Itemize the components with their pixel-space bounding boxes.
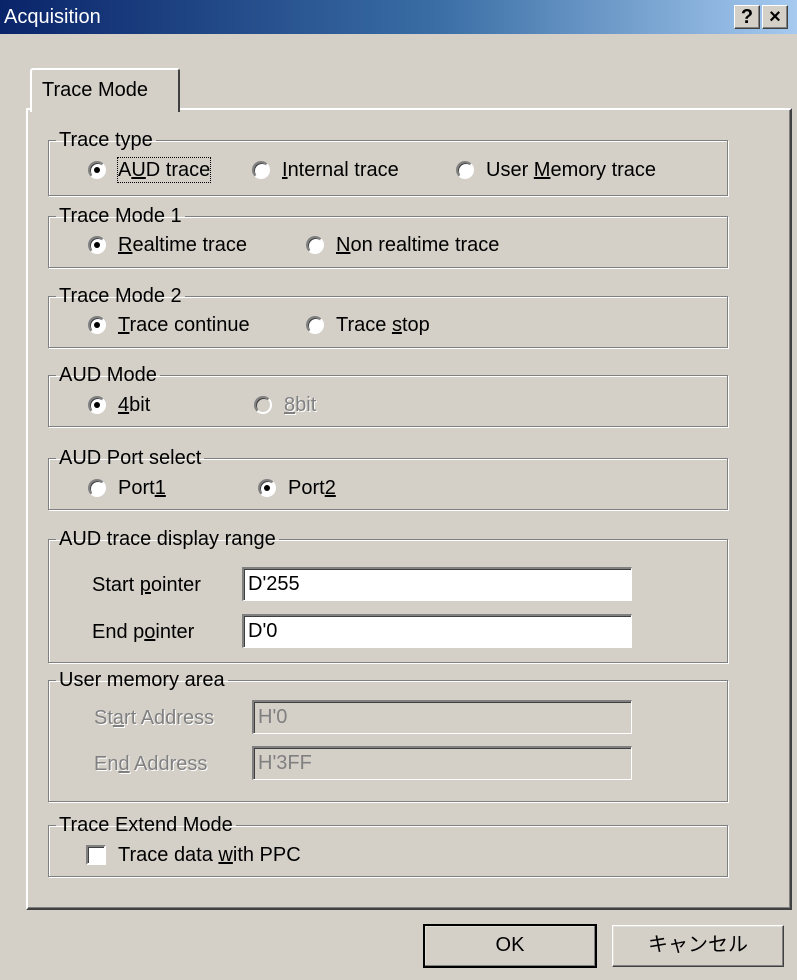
end-pointer-input[interactable]: D'0 (242, 614, 632, 648)
aud-mode-legend: AUD Mode (59, 364, 157, 386)
start-pointer-input[interactable]: D'255 (242, 567, 632, 601)
8bit-label: 8bit (284, 394, 317, 416)
internal-trace-radio-dot (252, 161, 270, 179)
non-realtime-trace-label: Non realtime trace (336, 234, 500, 256)
window-title: Acquisition (4, 6, 101, 28)
trace-data-with-ppc-label: Trace data with PPC (118, 844, 301, 866)
user-memory-trace-label: User Memory trace (486, 159, 657, 181)
end-address-input: H'3FF (252, 746, 632, 780)
trace-type-legend: Trace type (59, 129, 153, 151)
end-address-label: End Address (94, 753, 208, 775)
aud-port-legend: AUD Port select (59, 447, 202, 469)
trace-mode-2-legend: Trace Mode 2 (59, 285, 182, 307)
realtime-trace-radio-dot (88, 236, 106, 254)
aud-trace-radio-dot (88, 161, 106, 179)
close-button[interactable]: × (762, 5, 788, 29)
user-memory-trace-radio-dot (456, 161, 474, 179)
title-bar: Acquisition ? × (0, 0, 797, 34)
help-button[interactable]: ? (734, 5, 760, 29)
user-memory-legend: User memory area (59, 669, 225, 691)
aud-trace-label: AUD trace (116, 157, 212, 183)
cancel-button[interactable]: キャンセル (612, 925, 784, 967)
trace-mode-1-legend: Trace Mode 1 (59, 205, 182, 227)
user-memory-group: User memory area (48, 668, 728, 802)
internal-trace-label: Internal trace (282, 159, 399, 181)
trace-stop-radio-dot (306, 316, 324, 334)
trace-continue-radio-dot (88, 316, 106, 334)
start-address-label: Start Address (94, 707, 215, 729)
trace-stop-label: Trace stop (336, 314, 430, 336)
port2-radio-dot (258, 479, 276, 497)
display-range-legend: AUD trace display range (59, 528, 276, 550)
start-address-input: H'0 (252, 700, 632, 734)
4bit-label: 4bit (118, 394, 151, 416)
end-pointer-label: End pointer (92, 621, 195, 643)
port1-label: Port1 (118, 477, 166, 499)
ok-button[interactable]: OK (423, 924, 597, 968)
port2-label: Port2 (288, 477, 336, 499)
tab-trace-mode[interactable]: Trace Mode (30, 68, 180, 112)
extend-mode-legend: Trace Extend Mode (59, 814, 233, 836)
realtime-trace-label: Realtime trace (118, 234, 247, 256)
port1-radio-dot (88, 479, 106, 497)
trace-continue-label: Trace continue (118, 314, 250, 336)
4bit-radio-dot (88, 396, 106, 414)
tab-trace-mode-label: Trace Mode (42, 79, 148, 101)
8bit-radio-dot (254, 396, 272, 414)
trace-data-with-ppc-box (86, 845, 106, 865)
non-realtime-trace-radio-dot (306, 236, 324, 254)
start-pointer-label: Start pointer (92, 574, 201, 596)
